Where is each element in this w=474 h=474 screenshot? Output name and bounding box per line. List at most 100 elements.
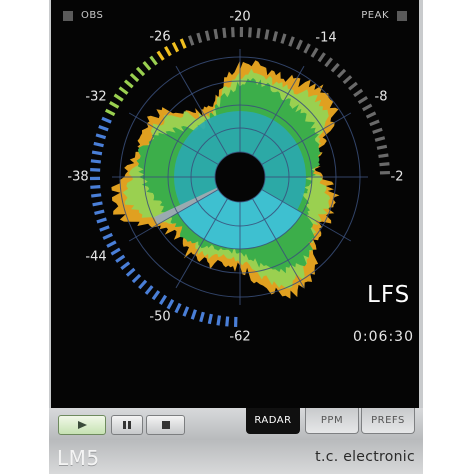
pause-button[interactable] [111, 415, 143, 435]
ring-segment [96, 217, 107, 224]
ring-segment [91, 193, 102, 198]
obs-led-icon [63, 10, 73, 21]
transport-bar: RADAR PPM PREFS [49, 408, 423, 440]
ring-segment [357, 96, 368, 105]
ring-segment [378, 153, 389, 159]
ring-segment [369, 119, 380, 127]
ring-segment [216, 315, 222, 326]
scale-label: -44 [85, 249, 107, 265]
ring-segment [376, 144, 388, 150]
ring-segment [303, 43, 311, 54]
ring-segment [90, 185, 101, 189]
company-logo: t.c. electronic [315, 449, 415, 465]
ring-segment [187, 35, 195, 46]
ring-segment [110, 247, 121, 256]
elapsed-time: 0:06:30 [353, 329, 414, 345]
ring-segment [171, 41, 180, 53]
ring-segment [106, 240, 117, 248]
loudness-radar [89, 26, 390, 327]
ring-segment [120, 261, 131, 270]
scale-label: -38 [67, 169, 89, 185]
scale-label: -26 [149, 29, 171, 45]
ring-segment [109, 101, 120, 109]
ring-segment [182, 306, 190, 317]
ring-segment [295, 39, 303, 50]
ring-segment [94, 209, 105, 215]
ring-segment [196, 32, 203, 44]
ring-segment [280, 33, 287, 44]
peak-indicator[interactable]: PEAK [361, 10, 407, 21]
ring-segment [159, 294, 168, 305]
ring-segment [256, 28, 261, 39]
ring-segment [365, 111, 377, 119]
ring-segment [379, 162, 390, 167]
ring-segment [93, 141, 104, 148]
ring-segment [142, 60, 152, 71]
ring-segment [310, 47, 319, 58]
unit-label: LFS [367, 282, 411, 308]
obs-indicator[interactable]: OBS [63, 10, 103, 21]
ring-segment [131, 273, 142, 284]
brand-bar: LM5 t.c. electronic [49, 440, 423, 474]
ring-segment [374, 136, 386, 142]
ring-segment [213, 28, 219, 40]
scale-label: -62 [229, 329, 251, 345]
ring-segment [204, 30, 211, 41]
scale-label: -20 [229, 9, 251, 25]
lm5-plugin-window: OBS PEAK -20 -14 -8 -2 -62 -50 -44 -38 -… [49, 0, 423, 474]
ring-segment [330, 62, 340, 73]
ring-segment [317, 52, 326, 63]
ring-segment [99, 225, 110, 232]
ring-segment [123, 79, 134, 89]
ring-segment [90, 159, 101, 164]
ring-segment [190, 309, 197, 320]
ring-segment [336, 68, 347, 79]
peak-label: PEAK [361, 10, 389, 21]
ring-segment [135, 66, 146, 77]
ring-segment [207, 313, 213, 325]
ring-segment [324, 57, 333, 68]
ring-segment [348, 81, 358, 91]
ring-segment [166, 299, 175, 310]
radar-display: OBS PEAK -20 -14 -8 -2 -62 -50 -44 -38 -… [51, 0, 419, 408]
pause-icon [123, 421, 131, 429]
ring-segment [272, 31, 278, 42]
stop-icon [161, 421, 170, 429]
ring-segment [156, 50, 165, 61]
play-icon [78, 421, 87, 429]
ring-segment [288, 36, 295, 47]
ring-segment [125, 267, 136, 277]
ring-segment [264, 29, 270, 40]
ring-segment [102, 232, 113, 240]
ring-segment [138, 279, 148, 290]
obs-label: OBS [81, 10, 104, 21]
ring-segment [144, 285, 154, 295]
ring-segment [118, 86, 129, 95]
ring-segment [151, 290, 161, 301]
ring-segment [353, 88, 364, 98]
scale-label: -32 [85, 89, 107, 105]
peak-led-icon [397, 10, 407, 21]
ring-segment [92, 201, 103, 207]
scale-label: -14 [315, 30, 337, 46]
ring-segment [115, 254, 126, 263]
ring-segment [91, 150, 103, 156]
ring-segment [98, 124, 109, 132]
play-button[interactable] [58, 415, 106, 435]
scale-label: -50 [149, 309, 171, 325]
tab-radar[interactable]: RADAR [246, 408, 300, 434]
tab-prefs[interactable]: PREFS [361, 408, 415, 434]
ring-segment [199, 311, 205, 323]
scale-label: -2 [390, 169, 404, 185]
ring-segment [174, 302, 182, 314]
ring-segment [362, 103, 373, 112]
ring-segment [164, 46, 172, 57]
ring-segment [101, 116, 112, 124]
tab-ppm[interactable]: PPM [305, 408, 359, 434]
ring-segment [129, 72, 140, 83]
ring-segment [149, 55, 158, 66]
ring-segment [113, 93, 124, 102]
stop-button[interactable] [146, 415, 185, 435]
scale-label: -8 [374, 89, 388, 105]
ring-segment [225, 316, 230, 327]
